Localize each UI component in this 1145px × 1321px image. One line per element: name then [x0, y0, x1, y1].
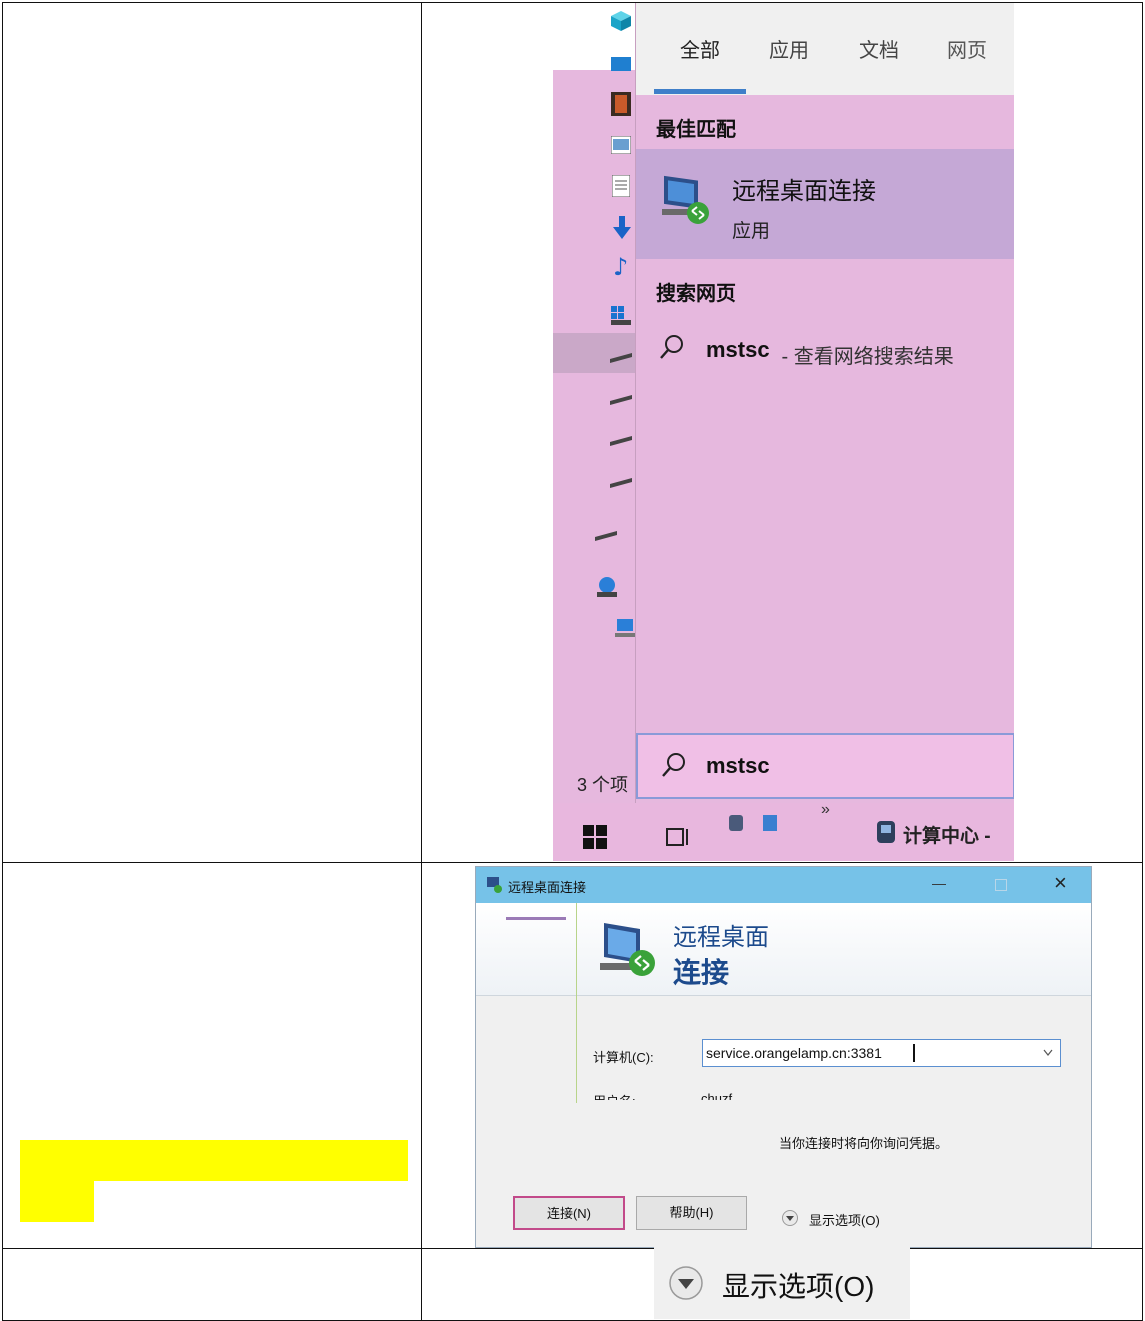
text-caret [913, 1044, 915, 1062]
tab-apps[interactable]: 应用 [769, 34, 809, 63]
dialog-banner: 远程桌面 连接 [476, 903, 1091, 996]
best-match-result[interactable]: 远程桌面连接 应用 [636, 149, 1014, 259]
app-icon [487, 877, 502, 893]
file-explorer-pane: ♪ 3 个项 [553, 3, 635, 861]
banner-line-2: 连接 [673, 957, 730, 988]
web-search-heading: 搜索网页 [656, 283, 736, 305]
web-search-suffix: - 查看网络搜索结果 [776, 346, 954, 368]
music-icon: ♪ [613, 253, 629, 281]
desktop-icon [611, 57, 631, 71]
videos-icon [611, 92, 631, 116]
taskbar: » 计算中心 - [553, 801, 1014, 861]
computing-center-icon [877, 821, 895, 843]
expand-options-icon[interactable] [667, 1264, 705, 1302]
explorer-status: 3 个项 [577, 775, 629, 795]
highlight-block-tail [20, 1181, 94, 1222]
minimize-button[interactable]: — [932, 875, 946, 891]
tab-all[interactable]: 全部 [680, 34, 720, 63]
highlight-block [20, 1140, 408, 1181]
dialog-title: 远程桌面连接 [508, 880, 587, 895]
username-value: chuzf [701, 1091, 733, 1100]
maximize-button[interactable] [995, 879, 1007, 891]
connect-button[interactable]: 连接(N) [513, 1196, 625, 1230]
best-match-heading: 最佳匹配 [656, 119, 736, 141]
table-cell-left-3 [2, 1248, 422, 1321]
overflow-chevron[interactable]: » [821, 801, 830, 819]
search-input[interactable]: mstsc [636, 733, 1014, 799]
search-panel: 全部 应用 文档 网页 最佳匹配 远程桌面连接 应用 搜索网页 mstsc - … [635, 3, 1014, 803]
app-tray-icon[interactable] [727, 813, 745, 833]
windows-search-screenshot: ♪ 3 个项 全部 应用 文档 网页 最佳匹配 远程桌面连接 应用 搜索网页 m… [553, 3, 1014, 861]
best-match-title: 远程桌面连接 [732, 178, 876, 205]
help-button[interactable]: 帮助(H) [636, 1196, 747, 1230]
remote-desktop-icon [662, 175, 709, 224]
search-input-value: mstsc [706, 753, 770, 778]
username-label: 用户名: [593, 1091, 636, 1100]
show-options-zoom: 显示选项(O) [654, 1247, 910, 1319]
chevron-down-icon[interactable] [1043, 1049, 1053, 1057]
windows-drive-icon [611, 306, 631, 325]
taskbar-app-label[interactable]: 计算中心 - [903, 821, 991, 848]
network-icon [597, 577, 617, 597]
drive-icon [610, 436, 632, 446]
3d-objects-icon [611, 11, 631, 31]
computer-field-value: service.orangelamp.cn:3381 [706, 1045, 882, 1061]
best-match-type: 应用 [732, 221, 771, 242]
search-tabs-bar: 全部 应用 文档 网页 [636, 3, 1014, 95]
table-cell-left-1 [2, 2, 422, 863]
drive-icon [610, 395, 632, 405]
tab-web[interactable]: 网页 [947, 34, 987, 63]
windows-start-icon[interactable] [583, 825, 607, 849]
username-row: 用户名: chuzf [593, 1091, 893, 1100]
task-view-icon[interactable] [665, 825, 691, 849]
tab-documents[interactable]: 文档 [859, 34, 899, 63]
rdp-dialog: 远程桌面连接 — × 远程桌面 连接 计算机(C): service.orang… [475, 866, 1092, 1248]
downloads-icon [613, 216, 631, 239]
close-button[interactable]: × [1054, 870, 1067, 896]
computer-field[interactable]: service.orangelamp.cn:3381 [702, 1039, 1061, 1067]
remote-desktop-icon [600, 923, 655, 976]
computer-label: 计算机(C): [593, 1050, 654, 1065]
search-icon [662, 753, 685, 777]
drive-icon [610, 353, 632, 363]
active-tab-indicator [654, 89, 746, 94]
search-icon [660, 335, 683, 359]
dialog-titlebar: 远程桌面连接 — × [476, 867, 1091, 903]
drive-icon [595, 531, 617, 541]
web-search-result[interactable]: mstsc - 查看网络搜索结果 [636, 323, 1014, 379]
computer-icon [615, 619, 635, 637]
show-options-zoom-label[interactable]: 显示选项(O) [722, 1265, 874, 1305]
drive-icon [610, 478, 632, 488]
expand-options-icon[interactable] [781, 1209, 799, 1227]
web-search-query: mstsc [706, 337, 770, 362]
banner-line-1: 远程桌面 [673, 924, 769, 951]
pictures-icon [611, 136, 631, 154]
app-tray-icon[interactable] [761, 813, 779, 833]
credentials-note: 当你连接时将向你询问凭据。 [779, 1136, 949, 1151]
documents-icon [612, 175, 630, 197]
show-options-link[interactable]: 显示选项(O) [809, 1210, 880, 1229]
